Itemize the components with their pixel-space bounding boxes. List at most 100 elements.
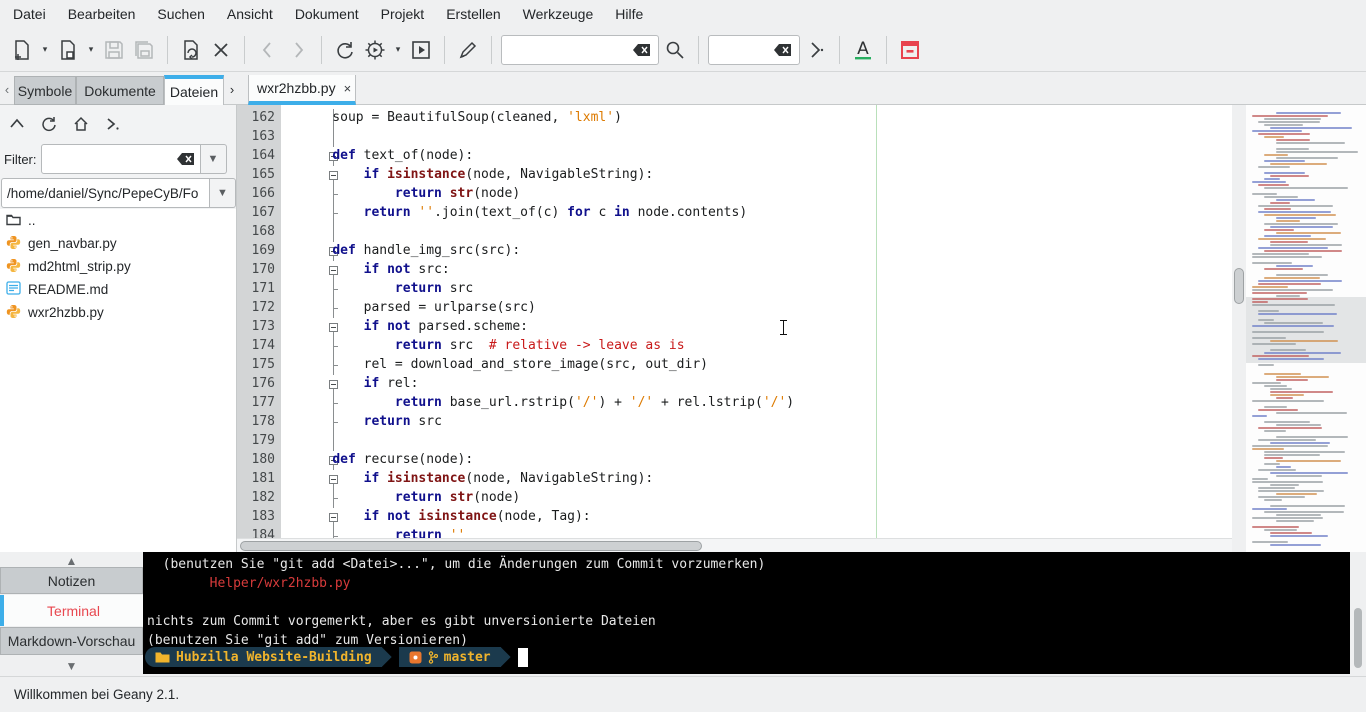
line-number: 162 — [251, 110, 275, 125]
save-all-button[interactable] — [130, 35, 158, 65]
build-button[interactable] — [361, 35, 389, 65]
terminal-view[interactable]: (benutzen Sie "git add <Datei>...", um d… — [143, 552, 1350, 674]
menu-hilfe[interactable]: Hilfe — [604, 2, 654, 26]
bottom-tab-list: ▲ Notizen Terminal Markdown-Vorschau ▼ — [0, 552, 143, 676]
sidebar-tabs-scroll-right-icon[interactable]: › — [225, 78, 239, 100]
file-browser-toolbar — [4, 111, 126, 137]
status-bar: Willkommen bei Geany 2.1. — [0, 676, 1366, 712]
filter-input[interactable] — [40, 144, 201, 174]
code-line: if isinstance(node, NavigableString): — [363, 167, 654, 182]
fold-marker — [325, 128, 343, 147]
menu-ansicht[interactable]: Ansicht — [216, 2, 284, 26]
close-document-button[interactable] — [207, 35, 235, 65]
line-number: 165 — [251, 167, 275, 182]
terminal-line: (benutzen Sie "git add <Datei>...", um d… — [147, 557, 766, 572]
sidebar-tab-symbole[interactable]: Symbole — [14, 76, 76, 105]
menu-dokument[interactable]: Dokument — [284, 2, 370, 26]
quit-button[interactable] — [896, 35, 924, 65]
clear-search-icon[interactable] — [632, 43, 652, 57]
bottom-tab-markdown-vorschau[interactable]: Markdown-Vorschau — [0, 627, 143, 655]
shell-prompt: Hubzilla Website-Building master — [145, 647, 528, 667]
nav-back-button[interactable] — [254, 35, 282, 65]
line-number: 171 — [251, 281, 275, 296]
editor-vertical-scrollbar[interactable] — [1232, 105, 1246, 552]
menu-bearbeiten[interactable]: Bearbeiten — [57, 2, 147, 26]
fb-up-icon[interactable] — [4, 111, 30, 137]
file-list-item[interactable]: README.md — [0, 278, 236, 301]
code-line: return base_url.rstrip('/') + '/' + rel.… — [394, 395, 795, 410]
build-dropdown[interactable]: ▾ — [391, 35, 405, 65]
file-name: .. — [28, 213, 36, 228]
new-file-dropdown[interactable]: ▾ — [38, 35, 52, 65]
fb-set-path-icon[interactable] — [100, 111, 126, 137]
sidebar-tabs-scroll-left-icon[interactable]: ‹ — [0, 78, 14, 100]
fb-refresh-icon[interactable] — [36, 111, 62, 137]
choose-color-button[interactable]: A — [849, 35, 877, 65]
jump-to-line-icon[interactable] — [802, 35, 830, 65]
terminal-scrollbar[interactable] — [1350, 552, 1366, 676]
sidebar-tab-dokumente[interactable]: Dokumente — [76, 76, 164, 105]
file-name: gen_navbar.py — [28, 236, 117, 251]
code-editor[interactable]: 162 163 164 165 166 167 168 169 170 171 172 173 174 1… — [237, 105, 1232, 538]
terminal-cursor — [517, 647, 528, 667]
editor-horizontal-scrollbar[interactable] — [237, 538, 1232, 552]
new-file-button[interactable] — [8, 35, 36, 65]
clear-goto-icon[interactable] — [773, 43, 793, 57]
path-dropdown-icon[interactable]: ▼ — [210, 178, 236, 208]
menu-datei[interactable]: Datei — [2, 2, 57, 26]
open-file-dropdown[interactable]: ▾ — [84, 35, 98, 65]
run-button[interactable] — [407, 35, 435, 65]
fb-home-icon[interactable] — [68, 111, 94, 137]
bottom-tab-terminal[interactable]: Terminal — [0, 595, 143, 626]
line-number: 168 — [251, 224, 275, 239]
file-list-item[interactable]: wxr2hzbb.py — [0, 301, 236, 324]
line-number-gutter: 162 163 164 165 166 167 168 169 170 171 172 173 174 1… — [237, 105, 281, 538]
menu-suchen[interactable]: Suchen — [146, 2, 215, 26]
markdown-icon — [6, 281, 21, 298]
code-line: if not parsed.scheme: — [363, 319, 528, 334]
nav-forward-button[interactable] — [284, 35, 312, 65]
fold-margin[interactable] — [281, 105, 338, 538]
path-input[interactable]: /home/daniel/Sync/PepeCyB/Fo — [1, 178, 210, 208]
search-icon[interactable] — [661, 35, 689, 65]
line-number: 173 — [251, 319, 275, 334]
goto-line-input[interactable] — [708, 34, 800, 65]
terminal-line: nichts zum Commit vorgemerkt, aber es gi… — [147, 614, 656, 629]
open-file-button[interactable] — [54, 35, 82, 65]
bottom-tabs-scroll-up-icon[interactable]: ▲ — [0, 554, 143, 568]
menu-werkzeuge[interactable]: Werkzeuge — [512, 2, 605, 26]
code-line: if isinstance(node, NavigableString): — [363, 471, 654, 486]
file-list-item[interactable]: md2html_strip.py — [0, 255, 236, 278]
save-button[interactable] — [100, 35, 128, 65]
long-line-marker — [876, 105, 877, 538]
sidebar-tab-dateien[interactable]: Dateien — [164, 75, 224, 105]
revert-button[interactable] — [177, 35, 205, 65]
tab-close-icon[interactable]: × — [344, 81, 352, 96]
filter-dropdown-icon[interactable]: ▼ — [200, 144, 227, 174]
search-input[interactable] — [501, 34, 659, 65]
code-line: if not src: — [363, 262, 450, 277]
line-number: 174 — [251, 338, 275, 353]
code-line: return str(node) — [394, 490, 521, 505]
file-list-item[interactable]: gen_navbar.py — [0, 232, 236, 255]
code-line: return ''.join(text_of(c) for c in node.… — [363, 205, 748, 220]
editor-tab-wxr2hzbb[interactable]: wxr2hzbb.py × — [248, 75, 356, 105]
menu-erstellen[interactable]: Erstellen — [435, 2, 511, 26]
color-chooser-pen-icon[interactable] — [454, 35, 482, 65]
compile-button[interactable] — [331, 35, 359, 65]
menu-projekt[interactable]: Projekt — [370, 2, 436, 26]
code-line: return str(node) — [394, 186, 521, 201]
clear-filter-icon[interactable] — [176, 152, 196, 166]
prompt-dir-segment: Hubzilla Website-Building — [145, 647, 382, 667]
editor-tab-label: wxr2hzbb.py — [257, 80, 336, 96]
file-name: wxr2hzbb.py — [28, 305, 104, 320]
line-number: 172 — [251, 300, 275, 315]
line-number: 163 — [251, 129, 275, 144]
code-line: soup = BeautifulSoup(cleaned, 'lxml') — [301, 110, 622, 125]
bottom-tabs-scroll-down-icon[interactable]: ▼ — [0, 659, 143, 673]
code-minimap[interactable] — [1246, 105, 1366, 552]
file-list-item[interactable]: .. — [0, 209, 236, 232]
line-number: 180 — [251, 452, 275, 467]
bottom-tab-notizen[interactable]: Notizen — [0, 567, 143, 594]
code-line: return '' — [394, 528, 466, 538]
